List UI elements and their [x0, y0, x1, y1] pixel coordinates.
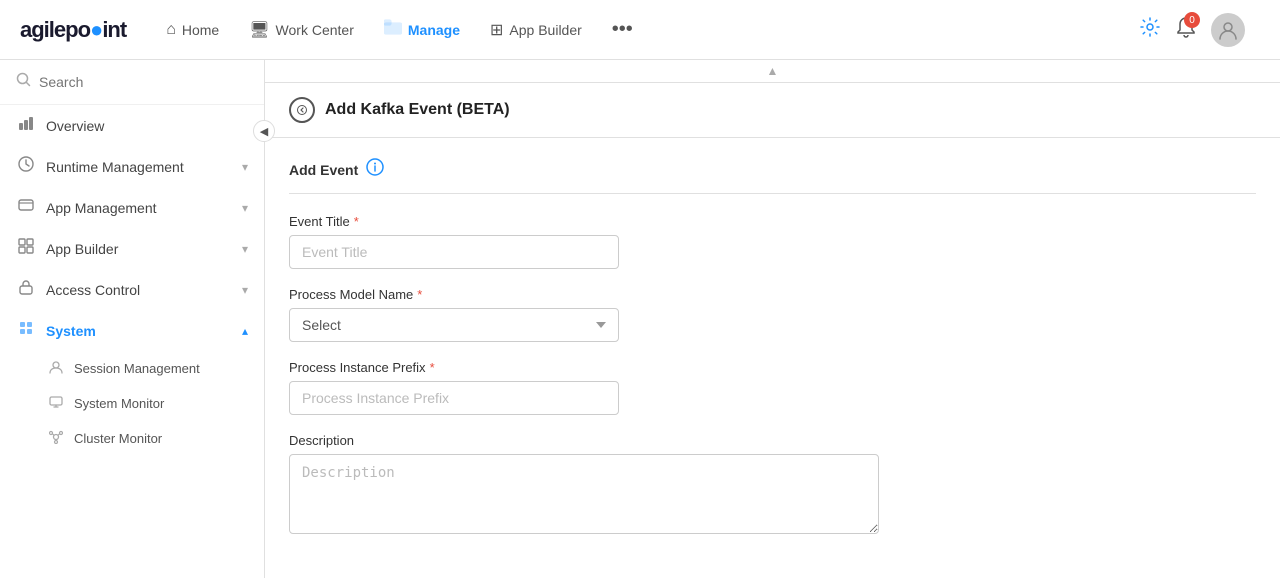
- system-monitor-label: System Monitor: [74, 396, 164, 411]
- sidebar-item-cluster-monitor[interactable]: Cluster Monitor: [46, 421, 264, 456]
- description-textarea[interactable]: [289, 454, 879, 534]
- tab-add-event[interactable]: Add Event: [289, 162, 358, 178]
- search-icon: [16, 72, 31, 92]
- session-icon: [46, 360, 66, 377]
- sidebar-item-system-monitor[interactable]: System Monitor: [46, 386, 264, 421]
- sidebar-item-runtime-label: Runtime Management: [46, 159, 232, 175]
- app-management-icon: [16, 197, 36, 218]
- monitor-icon: 🖥: [249, 20, 269, 40]
- sidebar-item-runtime-management[interactable]: Runtime Management ▾: [0, 146, 264, 187]
- sidebar-item-app-management-label: App Management: [46, 200, 232, 216]
- tab-bar: Add Event: [289, 158, 1256, 194]
- notifications-button[interactable]: 0: [1176, 16, 1196, 43]
- chevron-down-icon-2: ▾: [242, 201, 248, 215]
- sidebar-item-system-label: System: [46, 323, 232, 339]
- overview-icon: [16, 115, 36, 136]
- sidebar-item-access-control[interactable]: Access Control ▾: [0, 269, 264, 310]
- page-title: Add Kafka Event (BETA): [325, 101, 510, 119]
- event-title-group: Event Title *: [289, 214, 1256, 269]
- folder-icon: [384, 19, 402, 40]
- required-marker-3: *: [430, 360, 435, 375]
- form-container: Add Event Event Title * Process Model Na…: [265, 138, 1280, 578]
- back-button[interactable]: [289, 97, 315, 123]
- chevron-down-icon-4: ▾: [242, 283, 248, 297]
- process-instance-label: Process Instance Prefix *: [289, 360, 1256, 375]
- nav-items: ⌂ Home 🖥 Work Center Manage ⊞ App Builde…: [166, 18, 1139, 41]
- sidebar-item-overview[interactable]: Overview: [0, 105, 264, 146]
- event-title-input[interactable]: [289, 235, 619, 269]
- description-label: Description: [289, 433, 1256, 448]
- search-input[interactable]: [39, 74, 248, 90]
- main-content: ▲ Add Kafka Event (BETA) Add Event Event…: [265, 60, 1280, 578]
- nav-manage[interactable]: Manage: [384, 19, 460, 40]
- info-icon[interactable]: [366, 158, 384, 181]
- page-header: Add Kafka Event (BETA): [265, 83, 1280, 138]
- chevron-down-icon-3: ▾: [242, 242, 248, 256]
- sidebar-system-subitems: Session Management System Monitor Cluste…: [0, 351, 264, 456]
- process-instance-group: Process Instance Prefix *: [289, 360, 1256, 415]
- collapse-arrow[interactable]: ▲: [265, 60, 1280, 83]
- required-marker-2: *: [417, 287, 422, 302]
- system-icon: [16, 320, 36, 341]
- event-title-label: Event Title *: [289, 214, 1256, 229]
- lock-icon: [16, 279, 36, 300]
- sidebar-collapse-button[interactable]: ◀: [253, 120, 275, 142]
- main-layout: Overview Runtime Management ▾ App Manage…: [0, 60, 1280, 578]
- process-model-group: Process Model Name * Select Model A Mode…: [289, 287, 1256, 342]
- required-marker: *: [354, 214, 359, 229]
- sidebar-item-app-management[interactable]: App Management ▾: [0, 187, 264, 228]
- process-instance-input[interactable]: [289, 381, 619, 415]
- more-button[interactable]: •••: [612, 18, 633, 41]
- sidebar-item-overview-label: Overview: [46, 118, 248, 134]
- sidebar: Overview Runtime Management ▾ App Manage…: [0, 60, 265, 578]
- sidebar-item-app-builder-label: App Builder: [46, 241, 232, 257]
- process-model-select[interactable]: Select Model A Model B: [289, 308, 619, 342]
- grid-icon: ⊞: [490, 20, 503, 40]
- runtime-icon: [16, 156, 36, 177]
- sidebar-item-system[interactable]: System ▴: [0, 310, 264, 351]
- settings-button[interactable]: [1139, 16, 1161, 43]
- nav-work-center[interactable]: 🖥 Work Center: [249, 20, 354, 40]
- nav-app-builder[interactable]: ⊞ App Builder: [490, 20, 582, 40]
- logo: agilepo●int: [20, 17, 126, 43]
- app-builder-icon: [16, 238, 36, 259]
- sidebar-search[interactable]: [0, 60, 264, 105]
- chevron-up-icon: ▴: [242, 324, 248, 338]
- process-model-label: Process Model Name *: [289, 287, 1256, 302]
- sidebar-item-app-builder[interactable]: App Builder ▾: [0, 228, 264, 269]
- session-management-label: Session Management: [74, 361, 200, 376]
- chevron-down-icon: ▾: [242, 160, 248, 174]
- nav-home[interactable]: ⌂ Home: [166, 21, 219, 39]
- avatar[interactable]: [1211, 13, 1245, 47]
- cluster-icon: [46, 430, 66, 447]
- nav-right: 0: [1139, 13, 1260, 47]
- sidebar-item-access-control-label: Access Control: [46, 282, 232, 298]
- sidebar-item-session-management[interactable]: Session Management: [46, 351, 264, 386]
- top-nav: agilepo●int ⌂ Home 🖥 Work Center Manage …: [0, 0, 1280, 60]
- notification-badge: 0: [1184, 12, 1200, 28]
- monitor-icon-2: [46, 395, 66, 412]
- description-group: Description: [289, 433, 1256, 537]
- home-icon: ⌂: [166, 21, 176, 39]
- cluster-monitor-label: Cluster Monitor: [74, 431, 162, 446]
